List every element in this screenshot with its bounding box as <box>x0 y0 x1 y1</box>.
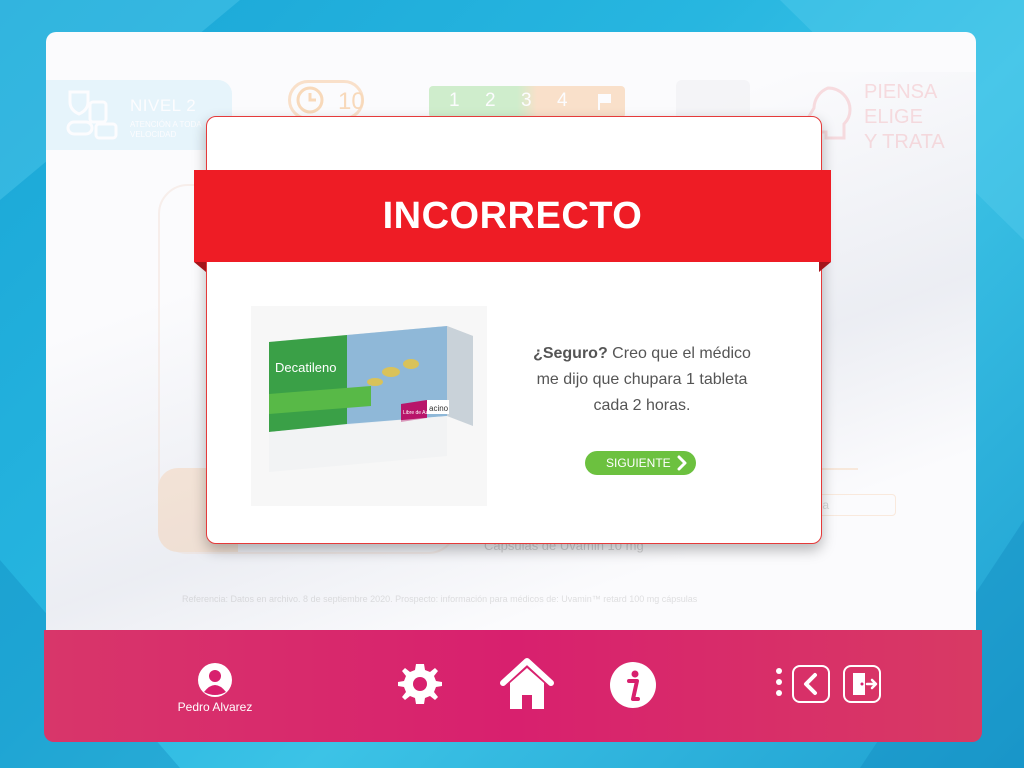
finish-flag-icon <box>598 94 611 110</box>
back-button[interactable] <box>792 665 830 703</box>
banner-fold-right <box>819 262 831 272</box>
product-box-illustration: Decatileno acino Libre de Azúcar <box>269 326 473 472</box>
back-chevron-icon <box>804 673 817 695</box>
slogan-line-2: ELIGE <box>864 106 923 128</box>
product-badge: Libre de Azúcar <box>403 410 438 416</box>
banner-fold-left <box>194 262 206 272</box>
step-3: 3 <box>521 90 532 111</box>
result-banner-text: INCORRECTO <box>382 194 643 237</box>
medicine-icon <box>66 90 118 140</box>
level-badge: NIVEL 2 ATENCIÓN A TODA VELOCIDAD <box>46 80 232 150</box>
step-1: 1 <box>449 90 460 111</box>
clock-icon <box>296 86 324 114</box>
progress-steps: 1 2 3 4 <box>429 86 625 118</box>
user-avatar-icon <box>198 663 232 697</box>
slogan-line-1: PIENSA <box>864 81 938 103</box>
feedback-message-bold: ¿Seguro? <box>533 345 608 362</box>
timer-value: 10 <box>338 88 365 115</box>
next-button[interactable]: SIGUIENTE <box>585 451 696 475</box>
hint-button <box>676 80 750 120</box>
info-icon[interactable] <box>609 661 657 709</box>
feedback-message: ¿Seguro? Creo que el médico me dijo que … <box>522 341 762 419</box>
chevron-right-icon <box>677 455 687 471</box>
user-profile[interactable]: Pedro Alvarez <box>160 662 270 714</box>
product-image: Decatileno acino Libre de Azúcar <box>251 306 487 506</box>
exit-button[interactable] <box>843 665 881 703</box>
user-name: Pedro Alvarez <box>177 700 253 714</box>
next-button-label: SIGUIENTE <box>606 456 671 470</box>
slogan: PIENSA ELIGE Y TRATA <box>864 80 945 155</box>
step-4: 4 <box>557 90 568 111</box>
result-banner: INCORRECTO <box>194 170 831 262</box>
exit-door-icon <box>853 673 878 695</box>
home-icon[interactable] <box>499 657 555 711</box>
product-brand: Decatileno <box>275 360 336 375</box>
step-2: 2 <box>485 90 496 111</box>
reference-note: Referencia: Datos en archivo. 8 de septi… <box>182 594 698 604</box>
level-title: NIVEL 2 <box>130 96 197 115</box>
slogan-line-3: Y TRATA <box>864 131 945 153</box>
gear-icon[interactable] <box>396 660 444 708</box>
more-dots-icon[interactable] <box>776 668 782 701</box>
